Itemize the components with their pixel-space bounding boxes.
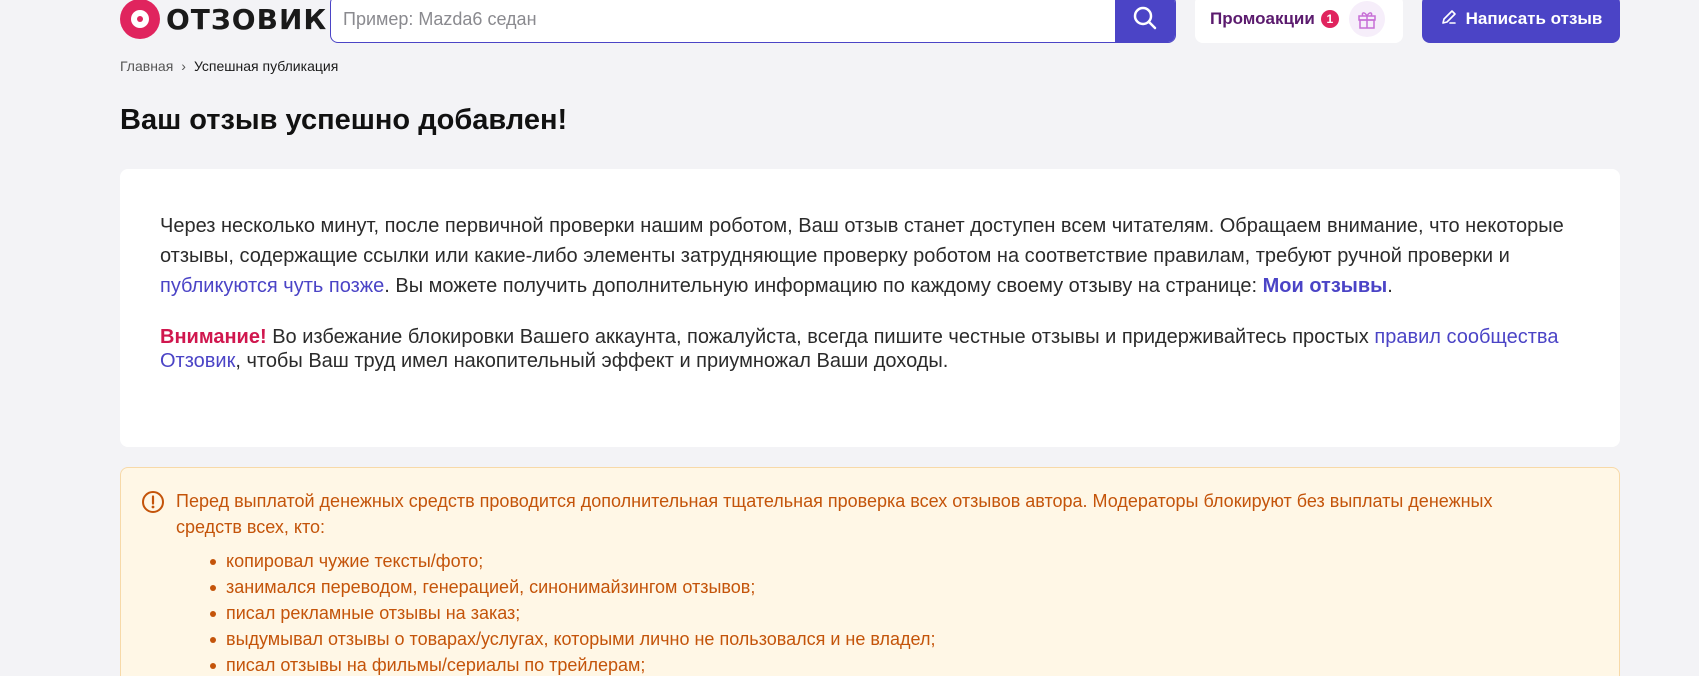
- search-bar: [330, 0, 1176, 43]
- my-reviews-link[interactable]: Мои отзывы: [1263, 275, 1388, 297]
- violation-list: копировал чужие тексты/фото; занимался п…: [176, 548, 1559, 676]
- warning-text-1: Во избежание блокировки Вашего аккаунта,…: [266, 326, 1375, 348]
- write-review-label: Написать отзыв: [1465, 9, 1603, 28]
- info-text-2: . Вы можете получить дополнительную инфо…: [384, 275, 1263, 297]
- breadcrumb-separator: ›: [181, 58, 186, 74]
- promo-button[interactable]: Промоакции 1: [1195, 0, 1403, 43]
- search-icon: [1132, 5, 1158, 34]
- header: ОТЗОВИК Промоакции 1: [120, 0, 1620, 43]
- promo-count-badge: 1: [1320, 10, 1339, 28]
- list-item: писал рекламные отзывы на заказ;: [210, 600, 1559, 626]
- info-text-end: .: [1387, 275, 1393, 297]
- alert-circle-icon: [141, 490, 165, 514]
- success-card: Через несколько минут, после первичной п…: [120, 169, 1620, 447]
- warning-text-2: , чтобы Ваш труд имел накопительный эффе…: [235, 350, 949, 372]
- search-button[interactable]: [1115, 0, 1175, 42]
- page: ОТЗОВИК Промоакции 1: [0, 0, 1699, 676]
- breadcrumb-current: Успешная публикация: [193, 58, 339, 74]
- write-review-button[interactable]: Написать отзыв: [1422, 0, 1620, 43]
- logo-text: ОТЗОВИК: [166, 2, 328, 36]
- logo-icon: [120, 0, 160, 39]
- warning-label: Внимание!: [160, 326, 267, 348]
- page-title: Ваш отзыв успешно добавлен!: [120, 104, 568, 136]
- list-item: копировал чужие тексты/фото;: [210, 548, 1559, 574]
- breadcrumb: Главная › Успешная публикация: [120, 58, 338, 74]
- promo-label: Промоакции: [1210, 9, 1315, 28]
- published-later-link[interactable]: публикуются чуть позже: [160, 275, 384, 297]
- logo[interactable]: ОТЗОВИК: [120, 0, 327, 43]
- notice-intro: Перед выплатой денежных средств проводит…: [176, 491, 1493, 537]
- list-item: занимался переводом, генерацией, синоним…: [210, 574, 1559, 600]
- warning-paragraph: Внимание! Во избежание блокировки Вашего…: [160, 325, 1580, 373]
- info-text-1: Через несколько минут, после первичной п…: [160, 215, 1564, 267]
- list-item: выдумывал отзывы о товарах/услугах, кото…: [210, 626, 1559, 652]
- payment-notice: Перед выплатой денежных средств проводит…: [120, 467, 1620, 676]
- list-item: писал отзывы на фильмы/сериалы по трейле…: [210, 652, 1559, 676]
- info-paragraph: Через несколько минут, после первичной п…: [160, 211, 1580, 301]
- gift-icon: [1348, 1, 1385, 37]
- pencil-icon: [1440, 8, 1458, 31]
- breadcrumb-home-link[interactable]: Главная: [120, 58, 173, 74]
- search-input[interactable]: [331, 0, 1115, 42]
